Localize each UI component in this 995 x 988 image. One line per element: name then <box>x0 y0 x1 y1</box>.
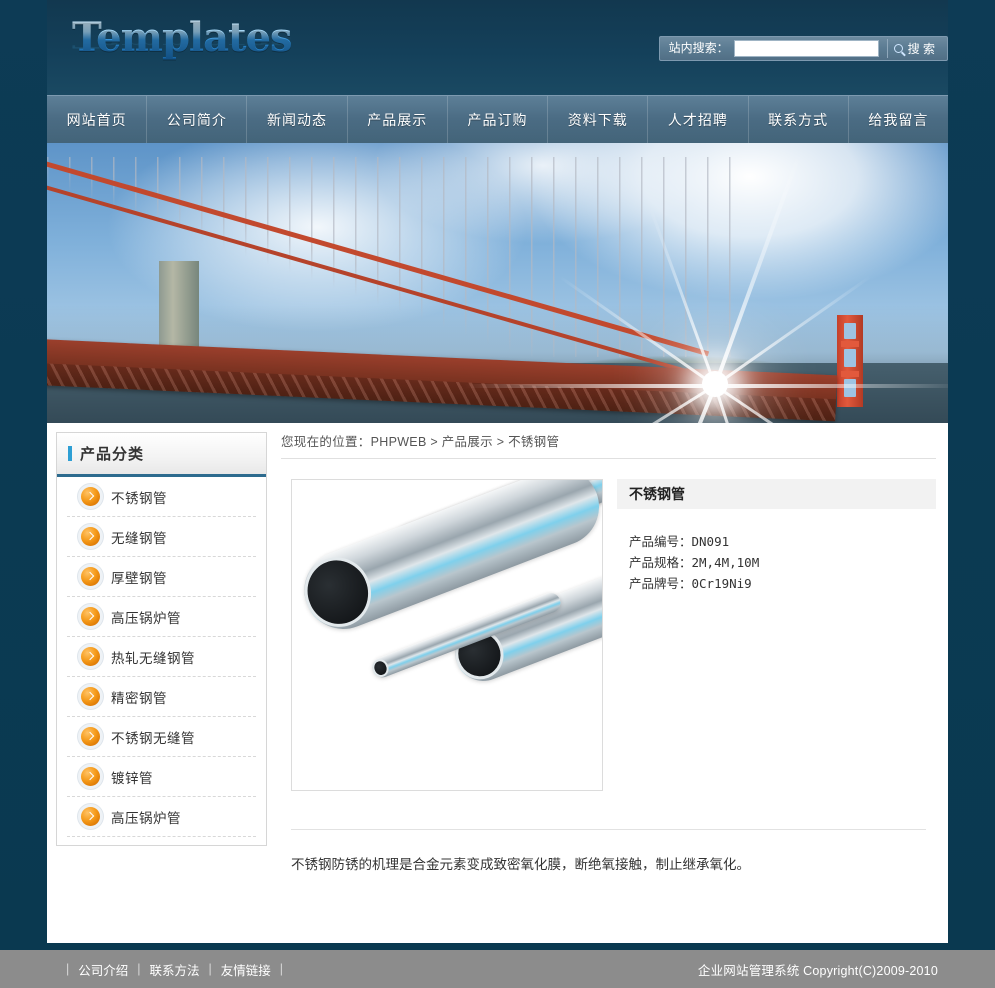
site-header: Templates Templates 站内搜索： 搜 索 <box>47 0 948 95</box>
steel-pipes-illustration <box>293 480 602 785</box>
sidebar-item-label: 精密钢管 <box>111 690 167 706</box>
footer-links: | 公司介绍 | 联系方法 | 友情链接 | <box>57 960 292 979</box>
footer-separator: | <box>66 962 70 976</box>
search-label: 站内搜索： <box>668 41 729 55</box>
product-category-panel: 产品分类 不锈钢管 无缝钢管 厚壁钢管 高压锅炉管 热轧无缝钢管 精密钢管 不锈… <box>56 432 267 846</box>
nav-item-jobs[interactable]: 人才招聘 <box>648 96 749 143</box>
tower-opening-bottom <box>844 379 856 397</box>
chevron-bullet-icon <box>81 527 100 546</box>
sidebar-item-label: 热轧无缝钢管 <box>111 650 195 666</box>
footer-copyright: 企业网站管理系统 Copyright(C)2009-2010 <box>697 963 938 978</box>
footer-separator: | <box>208 962 212 976</box>
search-divider <box>886 39 888 58</box>
content-area: 产品分类 不锈钢管 无缝钢管 厚壁钢管 高压锅炉管 热轧无缝钢管 精密钢管 不锈… <box>47 423 948 943</box>
accent-bar-icon <box>68 446 72 461</box>
chevron-bullet-icon <box>81 487 100 506</box>
tower-opening-top <box>844 323 856 339</box>
sidebar-item-stainless-pipe[interactable]: 不锈钢管 <box>67 477 256 517</box>
search-button[interactable]: 搜 索 <box>893 37 947 60</box>
pipe-opening <box>294 547 382 637</box>
sidebar: 产品分类 不锈钢管 无缝钢管 厚壁钢管 高压锅炉管 热轧无缝钢管 精密钢管 不锈… <box>47 423 267 943</box>
sun-flare-icon <box>702 371 728 397</box>
product-title: 不锈钢管 <box>617 479 936 509</box>
search-button-label: 搜 索 <box>907 42 935 56</box>
nav-item-message[interactable]: 给我留言 <box>849 96 948 143</box>
sidebar-item-precision-pipe[interactable]: 精密钢管 <box>67 677 256 717</box>
sidebar-item-label: 高压锅炉管 <box>111 610 181 626</box>
product-description: 不锈钢防锈的机理是合金元素变成致密氧化膜，断绝氧接触，制止继承氧化。 <box>291 857 750 872</box>
banner-image <box>47 143 948 423</box>
nav-item-about[interactable]: 公司简介 <box>147 96 248 143</box>
product-image[interactable] <box>291 479 603 791</box>
chevron-bullet-icon <box>81 567 100 586</box>
product-attributes: 产品编号：DN091 产品规格：2M,4M,10M 产品牌号：0Cr19Ni9 <box>617 509 936 594</box>
sidebar-title: 产品分类 <box>80 446 145 463</box>
nav-item-order[interactable]: 产品订购 <box>448 96 549 143</box>
sidebar-item-label: 镀锌管 <box>111 770 153 786</box>
nav-item-home[interactable]: 网站首页 <box>47 96 148 143</box>
sidebar-item-thickwall-pipe[interactable]: 厚壁钢管 <box>67 557 256 597</box>
product-brand: 产品牌号：0Cr19Ni9 <box>629 576 752 591</box>
footer-link-partners[interactable]: 友情链接 <box>221 960 271 979</box>
product-info: 不锈钢管 产品编号：DN091 产品规格：2M,4M,10M 产品牌号：0Cr1… <box>617 479 936 791</box>
sidebar-item-label: 高压锅炉管 <box>111 810 181 826</box>
sidebar-item-seamless-pipe[interactable]: 无缝钢管 <box>67 517 256 557</box>
sidebar-item-highpressure-boiler-pipe[interactable]: 高压锅炉管 <box>67 597 256 637</box>
site-footer: | 公司介绍 | 联系方法 | 友情链接 | 企业网站管理系统 Copyrigh… <box>0 950 995 988</box>
page-root: Templates Templates 站内搜索： 搜 索 网站首页 公司简介 … <box>0 0 995 988</box>
footer-separator: | <box>137 962 141 976</box>
sidebar-header: 产品分类 <box>57 433 266 477</box>
chevron-bullet-icon <box>81 607 100 626</box>
chevron-bullet-icon <box>81 687 100 706</box>
sidebar-item-highpressure-boiler-pipe-2[interactable]: 高压锅炉管 <box>67 797 256 837</box>
sidebar-item-label: 不锈钢管 <box>111 490 167 506</box>
sun-ray-1 <box>715 384 948 388</box>
sidebar-item-stainless-seamless-pipe[interactable]: 不锈钢无缝管 <box>67 717 256 757</box>
sidebar-item-label: 不锈钢无缝管 <box>111 730 195 746</box>
product-code: 产品编号：DN091 <box>629 534 730 549</box>
sidebar-item-label: 无缝钢管 <box>111 530 167 546</box>
footer-separator: | <box>279 962 284 976</box>
footer-link-about[interactable]: 公司介绍 <box>78 960 128 979</box>
sidebar-item-hotrolled-seamless-pipe[interactable]: 热轧无缝钢管 <box>67 637 256 677</box>
sun-ray-6 <box>465 384 715 388</box>
product-detail: 不锈钢管 产品编号：DN091 产品规格：2M,4M,10M 产品牌号：0Cr1… <box>281 459 936 791</box>
pipe-opening <box>369 656 392 680</box>
breadcrumb: 您现在的位置：PHPWEB > 产品展示 > 不锈钢管 <box>281 423 936 459</box>
tower-opening-mid <box>844 349 856 367</box>
nav-item-products[interactable]: 产品展示 <box>348 96 448 143</box>
footer-inner: | 公司介绍 | 联系方法 | 友情链接 | 企业网站管理系统 Copyrigh… <box>47 960 948 979</box>
chevron-bullet-icon <box>81 647 100 666</box>
site-search: 站内搜索： 搜 索 <box>658 36 948 61</box>
chevron-bullet-icon <box>81 727 100 746</box>
nav-item-contact[interactable]: 联系方式 <box>749 96 849 143</box>
site-container: Templates Templates 站内搜索： 搜 索 网站首页 公司简介 … <box>47 0 948 943</box>
nav-item-news[interactable]: 新闻动态 <box>247 96 348 143</box>
search-input[interactable] <box>733 40 879 57</box>
search-icon <box>893 44 903 53</box>
main-navigation: 网站首页 公司简介 新闻动态 产品展示 产品订购 资料下载 人才招聘 联系方式 … <box>47 95 948 143</box>
product-spec: 产品规格：2M,4M,10M <box>629 555 760 570</box>
chevron-bullet-icon <box>81 807 100 826</box>
sidebar-item-galvanized-pipe[interactable]: 镀锌管 <box>67 757 256 797</box>
site-logo: Templates <box>72 14 292 61</box>
bridge-tower-far <box>837 315 863 407</box>
sidebar-item-label: 厚壁钢管 <box>111 570 167 586</box>
chevron-bullet-icon <box>81 767 100 786</box>
footer-link-contact[interactable]: 联系方法 <box>150 960 200 979</box>
nav-item-downloads[interactable]: 资料下载 <box>548 96 649 143</box>
main-panel: 您现在的位置：PHPWEB > 产品展示 > 不锈钢管 不锈钢管 产品编号：DN… <box>267 423 948 943</box>
sidebar-list: 不锈钢管 无缝钢管 厚壁钢管 高压锅炉管 热轧无缝钢管 精密钢管 不锈钢无缝管 … <box>57 477 266 845</box>
